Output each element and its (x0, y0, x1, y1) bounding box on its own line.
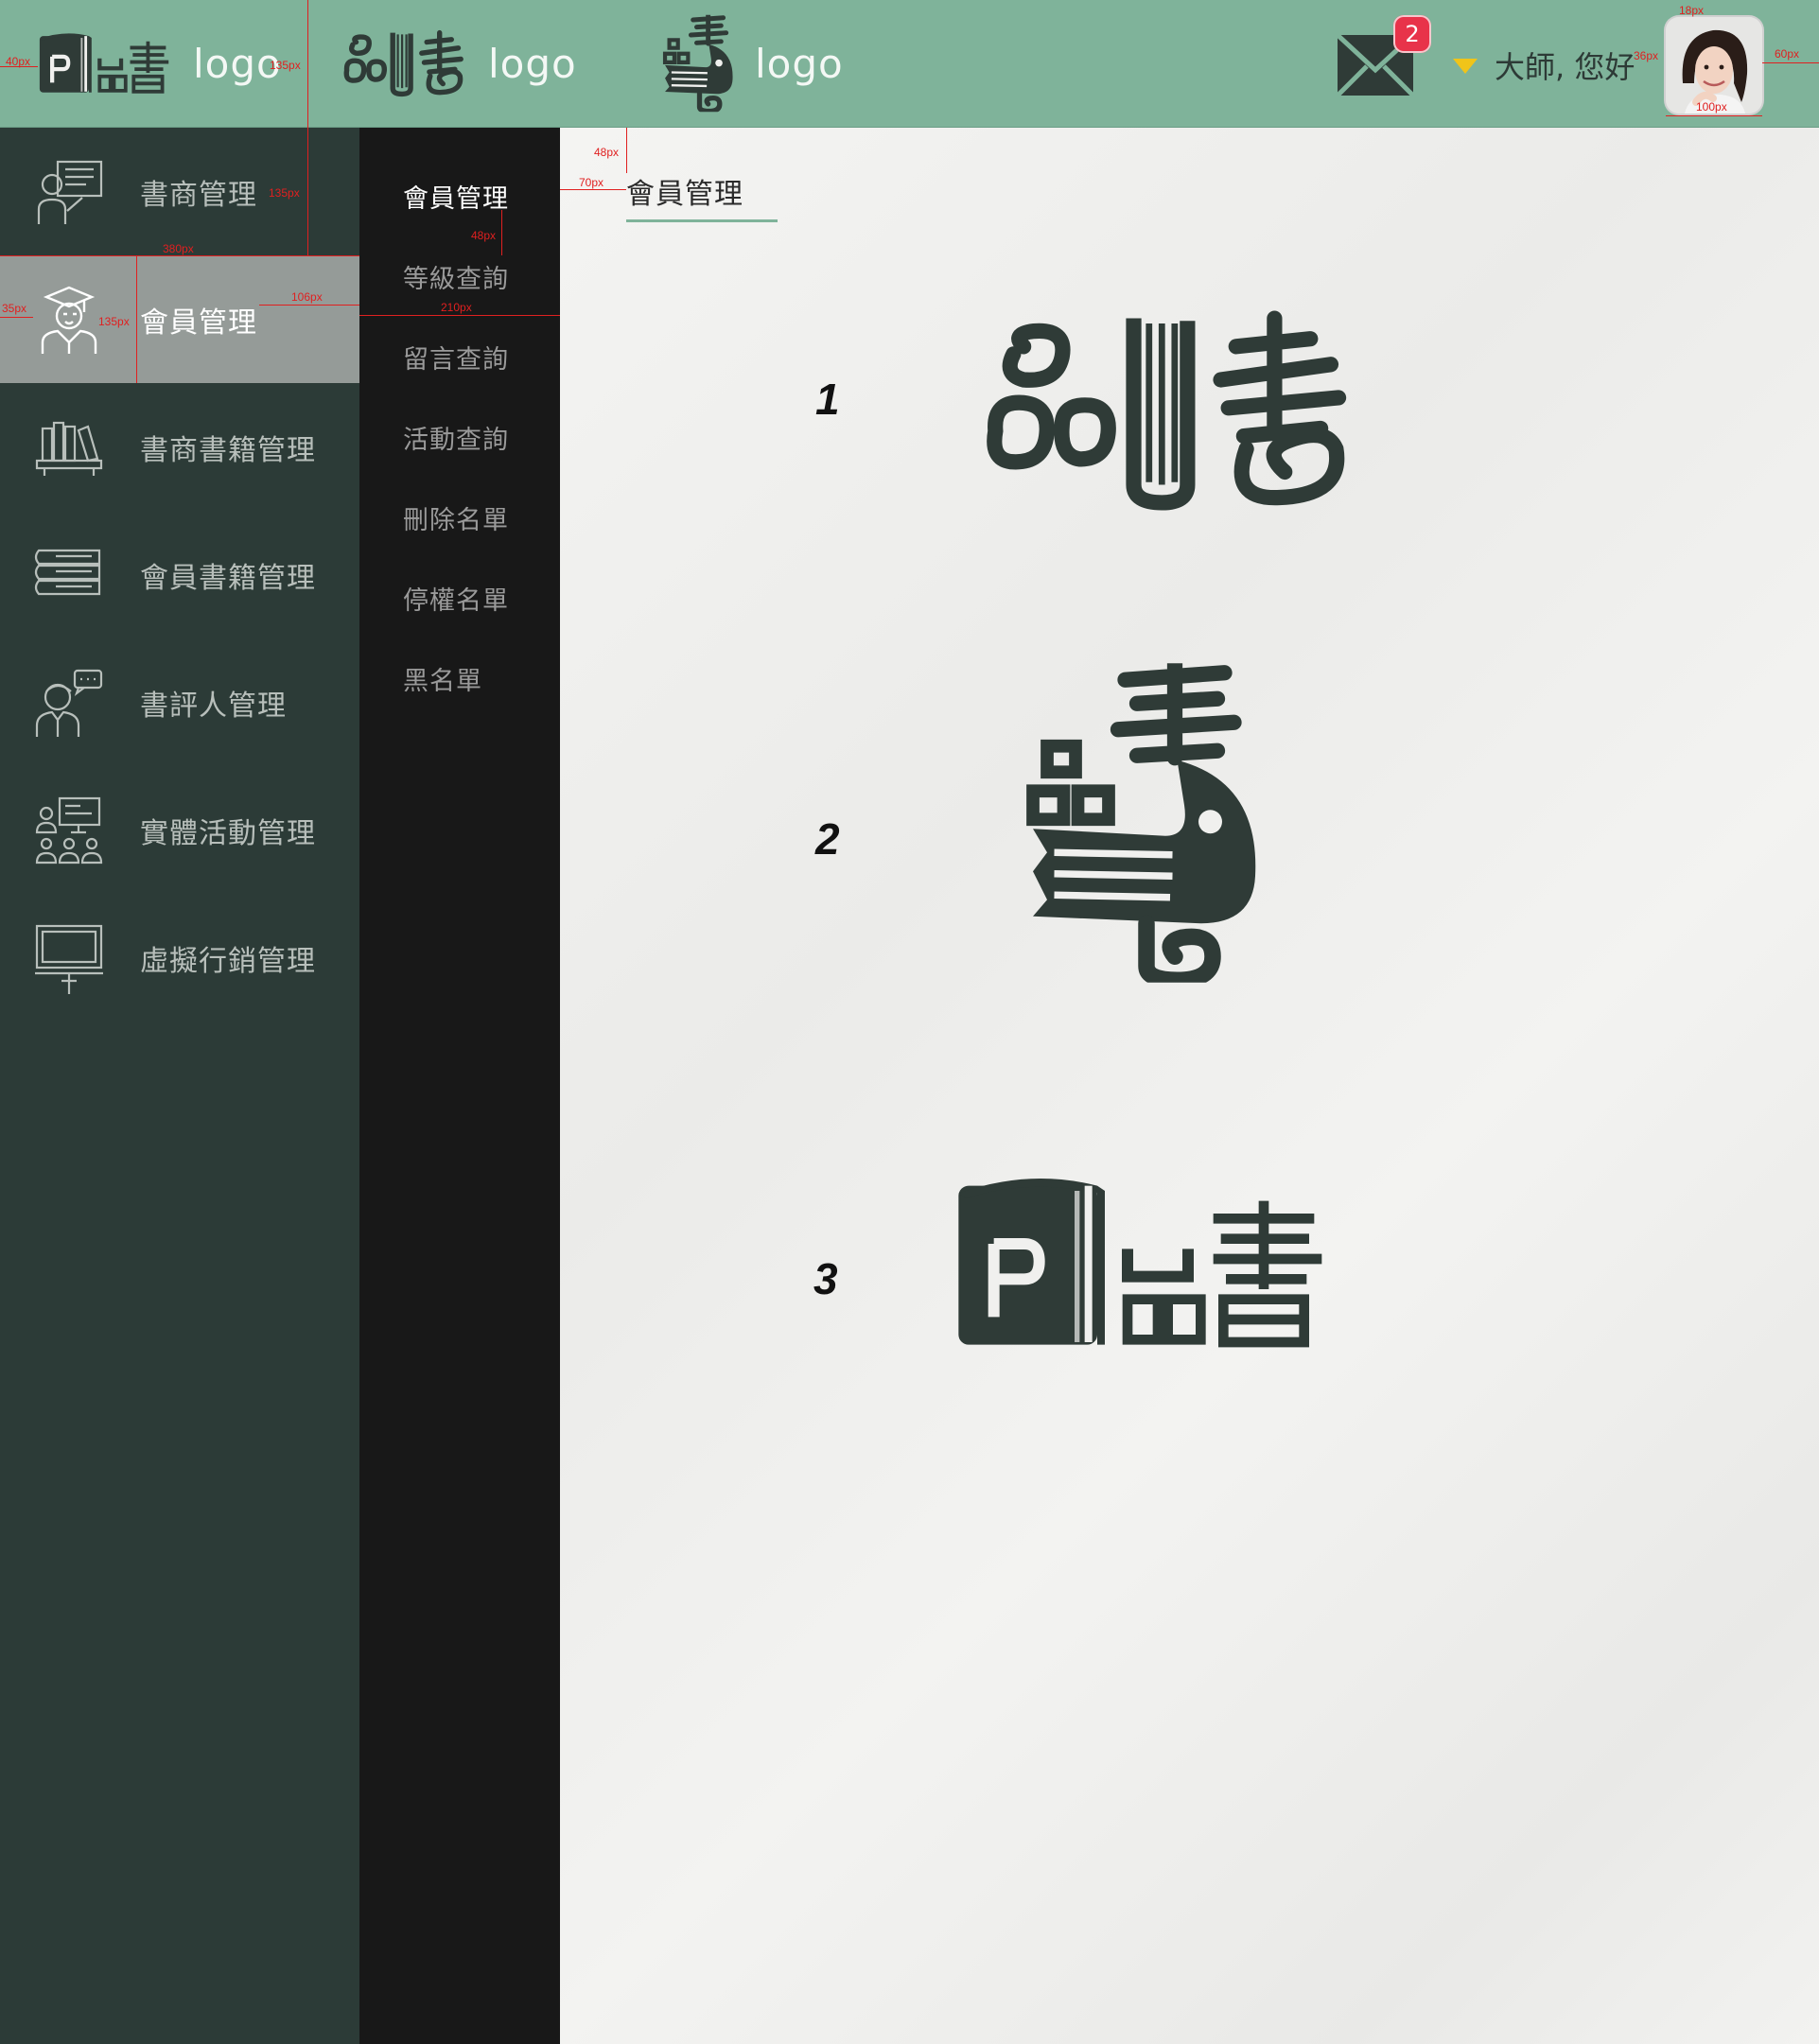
dimension-line (626, 128, 627, 173)
dimension-line (307, 0, 308, 255)
dimension-label: 18px (1679, 4, 1705, 17)
dimension-line (1762, 62, 1819, 63)
book-p-pin-shu-logo-icon (953, 1168, 1332, 1357)
bird-shu-logo-icon (1023, 663, 1260, 983)
teacher-presenting-icon (37, 160, 103, 224)
dimension-label: 100px (1696, 100, 1727, 114)
dimension-line (136, 255, 137, 383)
bookshelf-icon (35, 421, 103, 476)
dimension-label: 40px (6, 55, 31, 68)
sidebar-item-offline-events[interactable]: 實體活動管理 (0, 766, 359, 894)
graduate-student-icon (41, 286, 97, 354)
sidebar-item-label: 會員管理 (140, 306, 257, 340)
dimension-line (1666, 115, 1762, 116)
user-avatar[interactable] (1666, 17, 1762, 114)
dimension-label: 135px (269, 186, 300, 200)
audience-presentation-icon (35, 796, 103, 865)
submenu-item-suspend-list[interactable]: 停權名單 (403, 580, 509, 617)
dimension-line (259, 305, 359, 306)
unread-count-badge[interactable]: 2 (1393, 15, 1431, 53)
sidebar-item-label: 虛擬行銷管理 (140, 944, 316, 978)
dimension-label: 380px (163, 242, 194, 255)
sidebar-item-label: 書商書籍管理 (140, 433, 316, 467)
book-p-pin-shu-logo-icon (38, 29, 172, 97)
logo-option-3[interactable]: logo (38, 21, 282, 106)
dimension-line (501, 210, 502, 255)
sidebar-item-bookseller[interactable]: 書商管理 (0, 128, 359, 255)
sidebar-item-reviewers[interactable]: 書評人管理 (0, 638, 359, 766)
person-photo-icon (1666, 17, 1762, 114)
sidebar-item-label: 實體活動管理 (140, 816, 316, 850)
logo-text: logo (193, 40, 282, 87)
sidebar: 書商管理 會員管理 書商書籍管理 會員書籍管理 書評人管理 實體活動管理 虛擬行… (0, 128, 359, 2044)
sidebar-item-member-books[interactable]: 會員書籍管理 (0, 511, 359, 638)
sidebar-item-bookseller-books[interactable]: 書商書籍管理 (0, 383, 359, 511)
dimension-line (0, 317, 33, 318)
reviewer-speech-icon (35, 669, 103, 737)
submenu-item-blacklist[interactable]: 黑名單 (403, 660, 482, 697)
logo-option-1[interactable]: logo (339, 21, 577, 106)
dimension-label: 48px (471, 229, 497, 242)
option-number: 3 (813, 1254, 838, 1303)
user-greeting: 大師, 您好 (1495, 49, 1635, 85)
submenu-item-event-query[interactable]: 活動查詢 (403, 419, 509, 456)
dimension-label: 106px (291, 290, 323, 304)
dimension-label: 60px (1775, 47, 1800, 61)
submenu-item-level-query[interactable]: 等級查詢 (403, 258, 509, 295)
dimension-label: 48px (594, 146, 620, 159)
monitor-stand-icon (35, 924, 103, 994)
dimension-label: 70px (579, 176, 604, 189)
dimension-line (560, 189, 626, 190)
dimension-label: 135px (270, 59, 301, 72)
bird-shu-logo-icon (662, 14, 734, 113)
submenu-item-message-query[interactable]: 留言查詢 (403, 339, 509, 376)
sidebar-item-label: 書商管理 (140, 178, 257, 212)
sidebar-item-label: 書評人管理 (140, 689, 287, 723)
stacked-books-icon (34, 549, 101, 596)
pin-book-shu-logo-icon (972, 307, 1356, 514)
page-title: 會員管理 (626, 170, 778, 222)
option-number: 1 (815, 375, 840, 424)
sidebar-item-label: 會員書籍管理 (140, 561, 316, 595)
dimension-label: 135px (98, 315, 130, 328)
dimension-label: 36px (1634, 49, 1659, 62)
submenu: 會員管理 等級查詢 留言查詢 活動查詢 刪除名單 停權名單 黑名單 (359, 128, 560, 2044)
dimension-label: 210px (441, 301, 472, 314)
logo-text: logo (755, 40, 844, 87)
dimension-line (359, 315, 560, 316)
main-content: 會員管理 1 2 3 (560, 128, 1819, 2044)
caret-down-icon[interactable] (1453, 59, 1478, 74)
option-number: 2 (815, 814, 840, 864)
sidebar-item-virtual-marketing[interactable]: 虛擬行銷管理 (0, 894, 359, 1022)
dimension-line (0, 255, 359, 256)
sidebar-item-members[interactable]: 會員管理 (0, 255, 359, 383)
submenu-item-member-management[interactable]: 會員管理 (403, 178, 509, 215)
logo-option-2[interactable]: logo (662, 13, 844, 114)
logo-text: logo (488, 40, 577, 87)
dimension-label: 35px (2, 302, 27, 315)
submenu-item-delete-list[interactable]: 刪除名單 (403, 499, 509, 536)
pin-book-shu-logo-icon (339, 29, 467, 97)
